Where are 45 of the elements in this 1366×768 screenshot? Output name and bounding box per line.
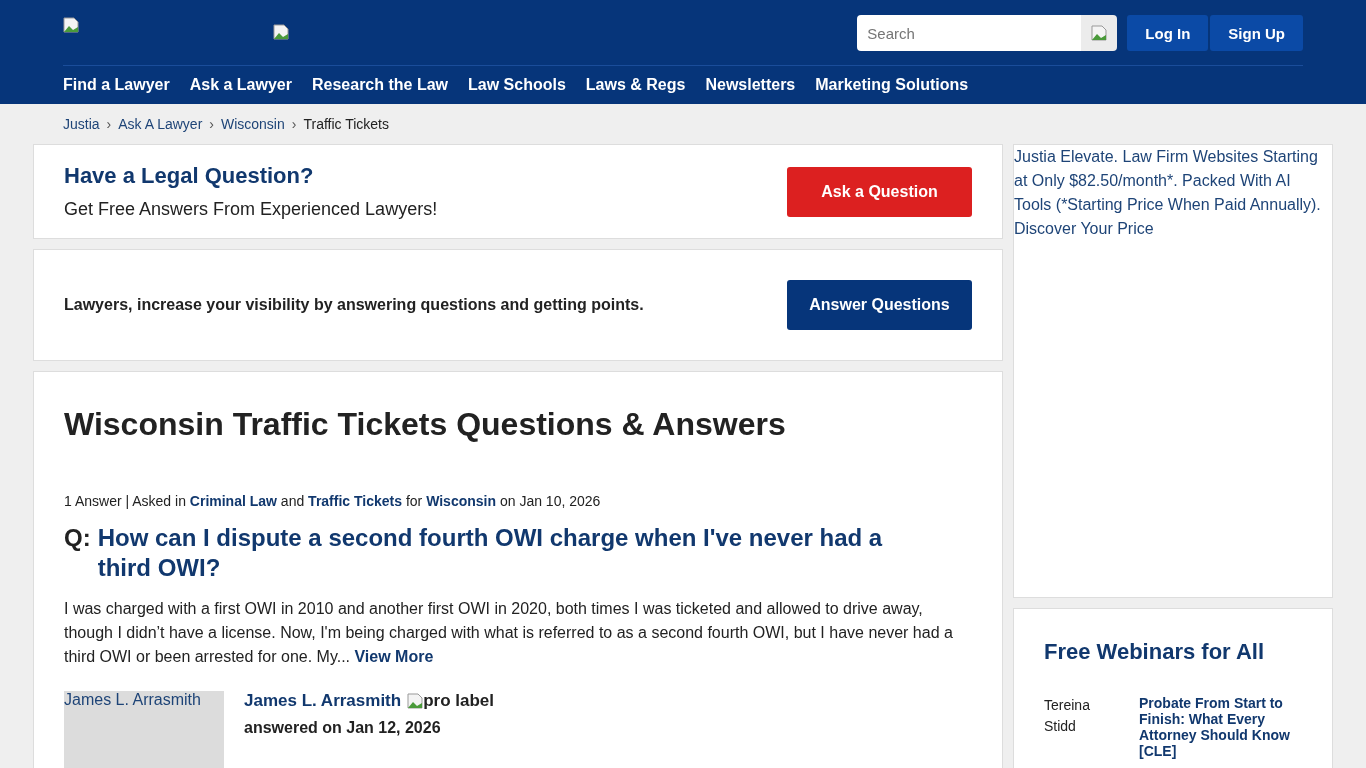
page-title: Wisconsin Traffic Tickets Questions & Answers xyxy=(64,406,787,443)
card-title: Have a Legal Question? xyxy=(64,163,315,189)
question-meta: 1 Answer | Asked in Criminal Law and Traffic Tickets for Wisconsin on Jan 10, 2026 xyxy=(64,493,602,509)
search-field[interactable]: Search xyxy=(857,15,1082,51)
question-link[interactable]: How can I dispute a second fourth OWI charge when I've never had a third OWI? xyxy=(97,523,932,583)
login-button[interactable]: Log In xyxy=(1127,15,1209,51)
nav-link[interactable]: Laws & Regs xyxy=(585,76,686,94)
image-alt-text: James L. Arrasmith xyxy=(64,691,201,708)
answer-date: answered on Jan 12, 2026 xyxy=(244,719,442,737)
breadcrumb-separator: › xyxy=(291,116,297,132)
nav-link[interactable]: Research the Law xyxy=(312,76,449,94)
breadcrumb-link[interactable]: Ask A Lawyer xyxy=(118,116,203,132)
ask-question-button[interactable]: Ask a Question xyxy=(787,166,972,217)
breadcrumb-separator: › xyxy=(209,116,214,132)
category-link[interactable]: Wisconsin xyxy=(426,493,497,509)
webinar-link[interactable]: Probate From Start to Finish: What Every Attorney Should Know [CLE] xyxy=(1139,695,1302,759)
breadcrumb-link[interactable]: Wisconsin xyxy=(220,116,285,132)
category-link[interactable]: Criminal Law xyxy=(189,493,277,509)
broken-image-icon xyxy=(407,693,424,709)
image-alt-text: pro label xyxy=(423,691,495,711)
card-subtitle: Get Free Answers From Experienced Lawyers! xyxy=(64,199,438,220)
webinars-title: Free Webinars for All xyxy=(1044,639,1266,665)
lawyer-name-link[interactable]: James L. Arrasmith xyxy=(244,691,402,711)
ad-alt-text: Justia Elevate. Law Firm Websites Starting at Only $82.50/month*. Packed With AI Tools (*Starting Price When Paid Annually). Discover Your Price xyxy=(1014,148,1321,237)
nav-link[interactable]: Law Schools xyxy=(468,76,566,94)
answer-questions-button[interactable]: Answer Questions xyxy=(787,280,972,330)
current-page-label: Traffic Tickets xyxy=(303,116,389,132)
nav-link[interactable]: Marketing Solutions xyxy=(815,76,969,94)
broken-image-icon[interactable] xyxy=(63,17,79,33)
view-more-link[interactable]: View More xyxy=(354,648,434,665)
card-text: Lawyers, increase your visibility by answering questions and getting points. xyxy=(64,296,644,314)
broken-image-icon xyxy=(273,24,289,40)
speaker-photo-alt: Tereina Stidd xyxy=(1044,696,1091,736)
breadcrumb-separator: › xyxy=(106,116,112,132)
nav-link[interactable]: Find a Lawyer xyxy=(63,76,170,94)
question-prefix: Q: xyxy=(64,523,91,553)
broken-image-icon xyxy=(1091,25,1108,41)
nav-link[interactable]: Newsletters xyxy=(705,76,796,94)
breadcrumb-link[interactable]: Justia xyxy=(63,116,100,132)
nav-link[interactable]: Ask a Lawyer xyxy=(189,76,292,94)
ad-banner[interactable]: Justia Elevate. Law Firm Websites Starting at Only $82.50/month*. Packed With AI Tools (*Starting Price When Paid Annually). Discover Your Price xyxy=(1013,144,1333,598)
question-text: I was charged with a first OWI in 2010 and another first OWI in 2020, both times I was ticketed and allowed to drive away, though I didn’t have a license. Now, I'm being charged with what is referred to as a second fourth OWI, but I have never had a third OWI or been arrested for one. My... View More xyxy=(64,599,954,667)
search-button[interactable] xyxy=(1081,15,1118,51)
signup-button[interactable]: Sign Up xyxy=(1210,15,1303,51)
category-link[interactable]: Traffic Tickets xyxy=(308,493,402,509)
